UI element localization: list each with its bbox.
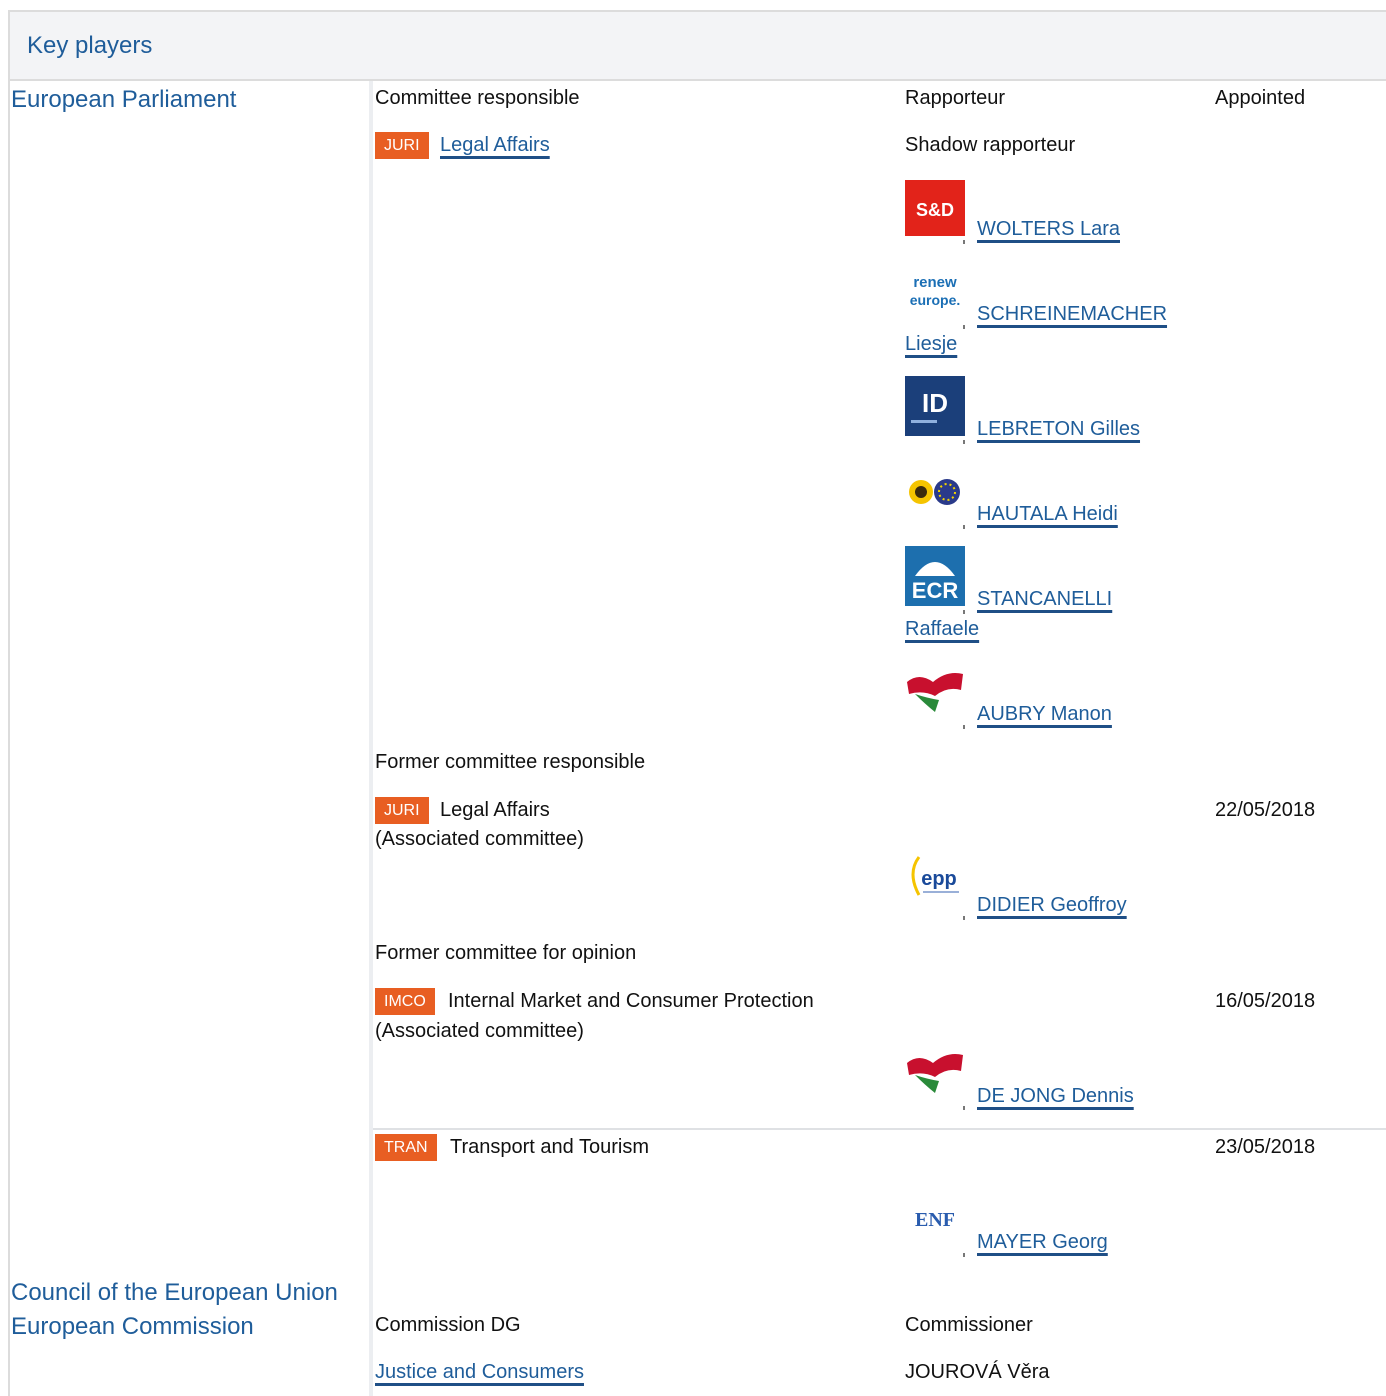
shadow-rapporteur-link-stancanelli-line2[interactable]: Raffaele (905, 618, 979, 641)
svg-text:europe.: europe. (910, 292, 961, 308)
separator-dot (963, 240, 965, 244)
id-group-logo-icon: ID (905, 376, 965, 436)
shadow-rapporteur-link-schreinemacher[interactable]: SCHREINEMACHER (977, 303, 1167, 326)
committee-responsible-heading: Committee responsible (375, 87, 580, 109)
institution-european-commission[interactable]: European Commission (11, 1313, 254, 1341)
commissioner-heading: Commissioner (905, 1314, 1033, 1336)
sd-logo-text: S&D (916, 200, 954, 220)
separator-dot (963, 1106, 965, 1110)
rapporteur-link-didier[interactable]: DIDIER Geoffroy (977, 894, 1127, 917)
shadow-rapporteur-heading: Shadow rapporteur (905, 134, 1076, 156)
section-header: Key players (10, 12, 1386, 81)
separator-dot (963, 525, 965, 529)
shadow-rapporteur-link-hautala[interactable]: HAUTALA Heidi (977, 503, 1118, 526)
separator-dot (963, 725, 965, 729)
former-opinion-committee-name: Transport and Tourism (450, 1136, 649, 1158)
institution-council[interactable]: Council of the European Union (11, 1279, 338, 1307)
committee-badge-imco: IMCO (375, 988, 435, 1015)
separator-dot (963, 610, 965, 614)
separator-dot (963, 1253, 965, 1257)
rapporteur-heading: Rapporteur (905, 87, 1006, 109)
commission-dg-link-justice[interactable]: Justice and Consumers (375, 1361, 584, 1384)
associated-committee-note: (Associated committee) (375, 828, 584, 850)
sd-group-logo-icon: S&D (905, 180, 965, 236)
committee-badge-juri: JURI (375, 132, 429, 159)
epp-group-logo-icon: epp (911, 856, 959, 896)
appointed-heading: Appointed (1215, 87, 1306, 109)
epp-logo-text: epp (921, 868, 957, 890)
renew-europe-logo-icon: renew europe. (905, 265, 965, 325)
shadow-rapporteur-link-wolters[interactable]: WOLTERS Lara (977, 218, 1120, 241)
shadow-rapporteur-link-stancanelli[interactable]: STANCANELLI (977, 588, 1112, 611)
former-committee-responsible-heading: Former committee responsible (375, 751, 646, 773)
associated-committee-note: (Associated committee) (375, 1020, 584, 1042)
former-opinion-committee-name: Internal Market and Consumer Protection (448, 990, 814, 1012)
shadow-rapporteur-link-schreinemacher-line2[interactable]: Liesje (905, 333, 957, 356)
enf-group-logo-icon: ENF (905, 1190, 965, 1250)
institution-european-parliament[interactable]: European Parliament (11, 86, 236, 114)
section-title: Key players (27, 32, 153, 59)
committee-link-legal-affairs[interactable]: Legal Affairs (440, 134, 550, 157)
appointed-date: 16/05/2018 (1215, 990, 1316, 1012)
committee-badge-tran: TRAN (375, 1134, 437, 1161)
greens-efa-logo-icon (909, 479, 960, 505)
commissioner-name: JOUROVÁ Věra (905, 1361, 1050, 1383)
separator-dot (963, 325, 965, 329)
gue-ngl-logo-icon (907, 673, 963, 712)
former-committee-opinion-heading: Former committee for opinion (375, 942, 637, 964)
committee-badge-juri-former: JURI (375, 797, 429, 824)
separator-dot (963, 916, 965, 920)
former-committee-name: Legal Affairs (440, 799, 550, 821)
appointed-date: 23/05/2018 (1215, 1136, 1316, 1158)
shadow-rapporteur-link-lebreton[interactable]: LEBRETON Gilles (977, 418, 1140, 441)
enf-logo-text: ENF (915, 1209, 955, 1231)
gue-ngl-logo-icon (907, 1054, 963, 1093)
row-divider (373, 1128, 1386, 1130)
shadow-rapporteur-link-aubry[interactable]: AUBRY Manon (977, 703, 1112, 726)
column-divider (369, 81, 373, 1396)
frame-left-border (8, 10, 10, 1396)
appointed-date: 22/05/2018 (1215, 799, 1316, 821)
id-logo-text: ID (922, 388, 948, 418)
svg-text:renew: renew (913, 274, 957, 291)
commission-dg-heading: Commission DG (375, 1314, 521, 1336)
ecr-logo-text: ECR (912, 578, 959, 603)
ecr-group-logo-icon: ECR (905, 546, 965, 606)
rapporteur-link-de-jong[interactable]: DE JONG Dennis (977, 1085, 1134, 1108)
separator-dot (963, 440, 965, 444)
rapporteur-link-mayer[interactable]: MAYER Georg (977, 1231, 1108, 1254)
